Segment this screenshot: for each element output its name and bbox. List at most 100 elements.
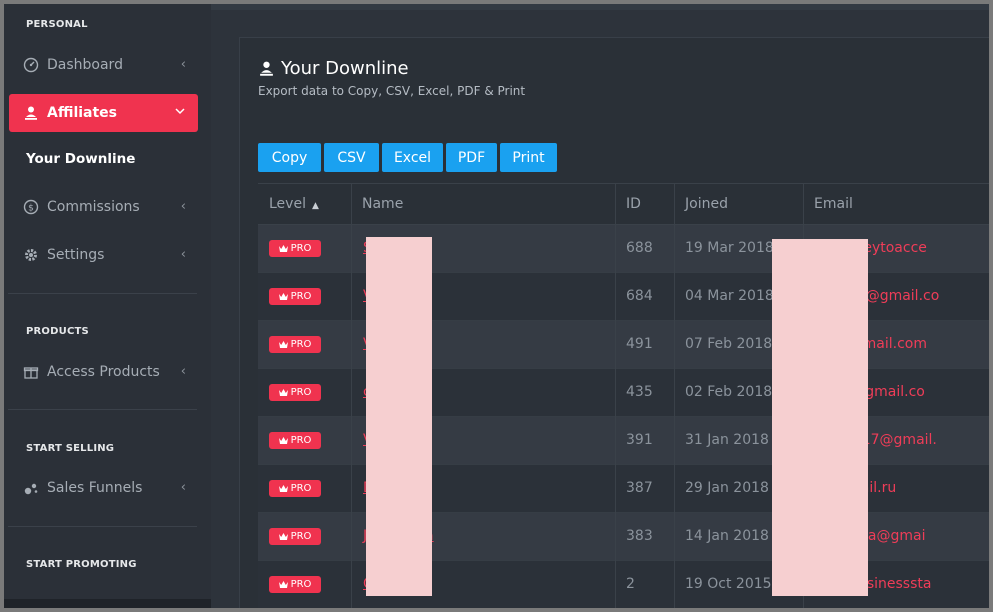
chevron-left-icon: ‹ xyxy=(180,247,186,262)
badge-label: PRO xyxy=(290,243,312,254)
affiliate-id: 435 xyxy=(626,384,653,400)
sort-asc-icon: ▲ xyxy=(311,201,319,211)
user-icon xyxy=(258,60,275,77)
gift-icon xyxy=(22,363,40,381)
chevron-left-icon: ‹ xyxy=(180,364,186,379)
chevron-left-icon: ‹ xyxy=(180,199,186,214)
joined-date: 19 Mar 2018 xyxy=(685,240,774,256)
column-header-email[interactable]: Email xyxy=(814,196,853,212)
table-header: Level ▲ Name ID Joined Email xyxy=(258,184,989,225)
dollar-circle-icon: $ xyxy=(22,198,40,216)
affiliate-id: 391 xyxy=(626,432,653,448)
column-header-name[interactable]: Name xyxy=(362,196,403,212)
pro-badge: PRO xyxy=(269,480,321,497)
gear-icon xyxy=(22,246,40,264)
joined-date: 19 Oct 2015 xyxy=(685,576,772,592)
section-start-selling: START SELLING xyxy=(26,443,115,454)
crown-icon xyxy=(278,437,288,444)
column-divider xyxy=(674,184,675,608)
badge-label: PRO xyxy=(290,435,312,446)
divider xyxy=(8,526,197,527)
print-button[interactable]: Print xyxy=(500,143,557,172)
export-toolbar: Copy CSV Excel PDF Print xyxy=(258,143,557,172)
affiliate-id: 491 xyxy=(626,336,653,352)
column-header-joined[interactable]: Joined xyxy=(685,196,728,212)
column-divider xyxy=(615,184,616,608)
badge-label: PRO xyxy=(290,531,312,542)
pro-badge: PRO xyxy=(269,432,321,449)
joined-date: 14 Jan 2018 xyxy=(685,528,769,544)
joined-date: 31 Jan 2018 xyxy=(685,432,769,448)
pro-badge: PRO xyxy=(269,240,321,257)
sidebar-item-label: Sales Funnels xyxy=(47,480,143,496)
badge-label: PRO xyxy=(290,483,312,494)
badge-label: PRO xyxy=(290,291,312,302)
sidebar-item-label: Affiliates xyxy=(47,105,118,121)
downline-card: Your Downline Export data to Copy, CSV, … xyxy=(239,37,989,608)
chevron-left-icon: ‹ xyxy=(180,480,186,495)
crown-icon xyxy=(278,533,288,540)
chevron-left-icon: ‹ xyxy=(180,57,186,72)
page-subtitle: Export data to Copy, CSV, Excel, PDF & P… xyxy=(258,84,526,98)
sidebar: PERSONAL Dashboard ‹ Affiliates Your Dow… xyxy=(4,4,211,608)
sidebar-item-affiliates[interactable]: Affiliates xyxy=(9,94,198,132)
user-icon xyxy=(23,105,39,121)
affiliate-id: 383 xyxy=(626,528,653,544)
joined-date: 02 Feb 2018 xyxy=(685,384,773,400)
crown-icon xyxy=(278,293,288,300)
csv-button[interactable]: CSV xyxy=(324,143,379,172)
chevron-down-icon xyxy=(174,105,186,121)
redaction-overlay xyxy=(772,239,868,596)
sidebar-item-label: Settings xyxy=(47,247,105,263)
affiliate-id: 387 xyxy=(626,480,653,496)
divider xyxy=(8,409,197,410)
badge-label: PRO xyxy=(290,387,312,398)
pro-badge: PRO xyxy=(269,288,321,305)
speedometer-icon xyxy=(22,56,40,74)
pro-badge: PRO xyxy=(269,576,321,593)
joined-date: 07 Feb 2018 xyxy=(685,336,773,352)
section-personal: PERSONAL xyxy=(26,19,88,30)
joined-date: 29 Jan 2018 xyxy=(685,480,769,496)
crown-icon xyxy=(278,485,288,492)
section-start-promoting: START PROMOTING xyxy=(26,559,137,570)
crown-icon xyxy=(278,389,288,396)
badge-label: PRO xyxy=(290,579,312,590)
redaction-overlay xyxy=(366,237,432,596)
page-title-text: Your Downline xyxy=(281,58,409,79)
sidebar-item-settings[interactable]: Settings ‹ xyxy=(22,243,186,267)
top-bar xyxy=(211,4,989,10)
affiliate-id: 2 xyxy=(626,576,635,592)
copy-button[interactable]: Copy xyxy=(258,143,321,172)
sidebar-item-sales-funnels[interactable]: Sales Funnels ‹ xyxy=(22,476,186,500)
sidebar-footer xyxy=(4,599,211,608)
pdf-button[interactable]: PDF xyxy=(446,143,497,172)
sidebar-item-label: Dashboard xyxy=(47,57,123,73)
pro-badge: PRO xyxy=(269,528,321,545)
column-header-level[interactable]: Level ▲ xyxy=(269,196,319,212)
excel-button[interactable]: Excel xyxy=(382,143,443,172)
divider xyxy=(8,293,197,294)
pro-badge: PRO xyxy=(269,336,321,353)
affiliate-id: 688 xyxy=(626,240,653,256)
sidebar-item-label: Access Products xyxy=(47,364,160,380)
crown-icon xyxy=(278,341,288,348)
sidebar-item-commissions[interactable]: $ Commissions ‹ xyxy=(22,195,186,219)
funnel-dots-icon xyxy=(22,479,40,497)
badge-label: PRO xyxy=(290,339,312,350)
main-content: Your Downline Export data to Copy, CSV, … xyxy=(211,4,989,608)
section-products: PRODUCTS xyxy=(26,326,89,337)
pro-badge: PRO xyxy=(269,384,321,401)
crown-icon xyxy=(278,581,288,588)
affiliate-id: 684 xyxy=(626,288,653,304)
crown-icon xyxy=(278,245,288,252)
column-divider xyxy=(351,184,352,608)
sidebar-item-label: Commissions xyxy=(47,199,140,215)
app-window: PERSONAL Dashboard ‹ Affiliates Your Dow… xyxy=(4,4,989,608)
sidebar-item-dashboard[interactable]: Dashboard ‹ xyxy=(22,53,186,77)
page-title: Your Downline xyxy=(258,58,409,79)
sidebar-item-access-products[interactable]: Access Products ‹ xyxy=(22,360,186,384)
column-header-id[interactable]: ID xyxy=(626,196,641,212)
svg-text:$: $ xyxy=(28,204,34,214)
sidebar-subitem-your-downline[interactable]: Your Downline xyxy=(26,151,135,167)
